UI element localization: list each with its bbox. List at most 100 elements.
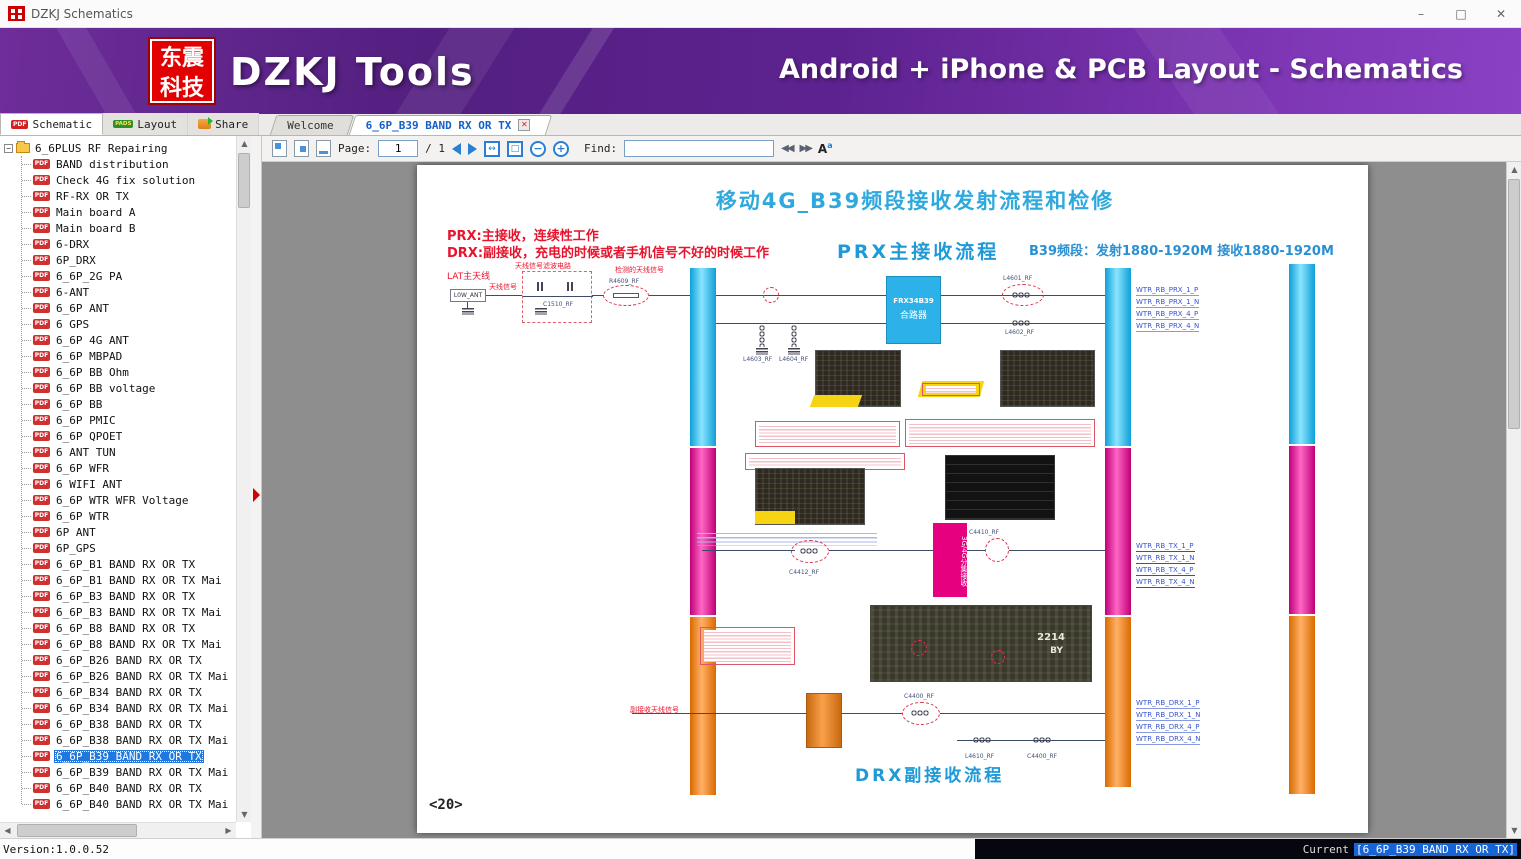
tree-item[interactable]: PDF 6_6P_B34 BAND RX OR TX	[0, 684, 236, 700]
scroll-left-icon[interactable]: ◀	[0, 823, 15, 838]
scroll-up-icon[interactable]: ▲	[237, 136, 252, 151]
tree-item[interactable]: PDF 6_6P BB Ohm	[0, 364, 236, 380]
pdf-icon: PDF	[33, 575, 50, 585]
pdf-icon: PDF	[33, 175, 50, 185]
page-number-input[interactable]	[378, 140, 419, 157]
tree-item[interactable]: PDF 6-ANT	[0, 284, 236, 300]
tree-item[interactable]: PDF 6_6P_B38 BAND RX OR TX	[0, 716, 236, 732]
tree-item[interactable]: PDF 6P_GPS	[0, 540, 236, 556]
zoom-in-button[interactable]: +	[553, 140, 569, 157]
tree-connector	[22, 595, 31, 597]
previous-page-button[interactable]	[452, 142, 461, 155]
test-point-marker	[991, 650, 1005, 664]
tree-horizontal-scrollbar[interactable]: ◀ ▶	[0, 822, 236, 838]
tree-item[interactable]: PDF 6_6P WTR WFR Voltage	[0, 492, 236, 508]
viewer-scroll-thumb[interactable]	[1508, 179, 1520, 429]
window-title: DZKJ Schematics	[31, 6, 133, 21]
banner-subtitle: Android + iPhone & PCB Layout - Schemati…	[778, 54, 1463, 85]
tree-item[interactable]: PDF Check 4G fix solution	[0, 172, 236, 188]
pdf-icon: PDF	[33, 767, 50, 777]
annotation-box	[700, 627, 795, 665]
close-tab-icon[interactable]: ✕	[518, 119, 531, 131]
scroll-up-icon[interactable]: ▲	[1507, 162, 1521, 177]
scroll-right-icon[interactable]: ▶	[221, 823, 236, 838]
tree-item[interactable]: PDF 6_6P_B39 BAND RX OR TX Mai	[0, 764, 236, 780]
tree-scroll-thumb[interactable]	[238, 153, 250, 208]
tab-schematic[interactable]: PDF Schematic	[0, 113, 104, 135]
tree-item-label: 6_6P_B1 BAND RX OR TX	[56, 557, 196, 571]
tree-item[interactable]: PDF 6_6P 4G ANT	[0, 332, 236, 348]
tree-hscroll-thumb[interactable]	[17, 824, 137, 837]
scroll-down-icon[interactable]: ▼	[1507, 823, 1521, 838]
tree-item[interactable]: PDF 6_6P_B1 BAND RX OR TX Mai	[0, 572, 236, 588]
tree-item[interactable]: PDF 6_6P WTR	[0, 508, 236, 524]
maximize-button[interactable]: □	[1441, 0, 1481, 28]
tree-vertical-scrollbar[interactable]: ▲ ▼	[236, 136, 252, 822]
fit-page-button[interactable]: □	[507, 140, 523, 157]
tree-item[interactable]: PDF 6_6P_B39 BAND RX OR TX	[0, 748, 236, 764]
facing-page-view-button[interactable]	[294, 140, 309, 157]
tree-item[interactable]: PDF 6_6P BB	[0, 396, 236, 412]
tree-item[interactable]: PDF 6P ANT	[0, 524, 236, 540]
scroll-down-icon[interactable]: ▼	[237, 807, 252, 822]
tree-item[interactable]: PDF 6 ANT TUN	[0, 444, 236, 460]
fit-width-button[interactable]: ↔	[484, 140, 500, 157]
tree-item[interactable]: PDF 6_6P WFR	[0, 460, 236, 476]
drx-flow-label: DRX副接收流程	[855, 766, 1005, 786]
tree-item[interactable]: PDF Main board B	[0, 220, 236, 236]
text-size-button[interactable]: Aa	[818, 141, 833, 156]
pdf-icon: PDF	[33, 799, 50, 809]
tab-share-label: Share	[215, 117, 249, 131]
pdf-canvas-area[interactable]: 移动4G_B39频段接收发射流程和检修 PRX:主接收，连续性工作 DRX:副接…	[262, 162, 1506, 838]
tab-layout[interactable]: PADS Layout	[103, 113, 189, 135]
tree-item-label: 6P_DRX	[56, 253, 96, 267]
collapse-icon[interactable]: −	[4, 143, 13, 153]
tree-item[interactable]: PDF 6_6P BB voltage	[0, 380, 236, 396]
single-page-view-button[interactable]	[272, 140, 287, 157]
find-input[interactable]	[624, 140, 775, 157]
doc-tab-welcome[interactable]: Welcome	[273, 115, 351, 135]
panel-splitter[interactable]	[251, 136, 261, 838]
continuous-view-button[interactable]	[316, 140, 331, 157]
tree-item[interactable]: PDF 6_6P_B1 BAND RX OR TX	[0, 556, 236, 572]
collapse-panel-icon[interactable]	[253, 488, 260, 502]
next-page-button[interactable]	[468, 142, 477, 155]
tree-item[interactable]: PDF 6_6P_B3 BAND RX OR TX Mai	[0, 604, 236, 620]
wire	[829, 550, 933, 551]
tree-item[interactable]: PDF 6_6P MBPAD	[0, 348, 236, 364]
tree-item[interactable]: PDF 6_6P_B38 BAND RX OR TX Mai	[0, 732, 236, 748]
tree-root[interactable]: − 6_6PLUS RF Repairing	[0, 140, 236, 156]
tree-item[interactable]: PDF RF-RX OR TX	[0, 188, 236, 204]
minimize-button[interactable]: –	[1401, 0, 1441, 28]
tree-item[interactable]: PDF 6_6P_B40 BAND RX OR TX Mai	[0, 796, 236, 812]
tree-item[interactable]: PDF 6_6P ANT	[0, 300, 236, 316]
pdf-icon: PDF	[33, 255, 50, 265]
tree-item[interactable]: PDF 6 WIFI ANT	[0, 476, 236, 492]
find-next-button[interactable]: ▶▶	[800, 143, 813, 154]
test-point-marker	[911, 640, 927, 656]
test-point-marker	[763, 287, 779, 303]
tree-item[interactable]: PDF 6_6P QPOET	[0, 428, 236, 444]
tree-connector	[22, 259, 31, 261]
tree-item[interactable]: PDF 6_6P_B8 BAND RX OR TX Mai	[0, 636, 236, 652]
tree-item[interactable]: PDF 6_6P_2G PA	[0, 268, 236, 284]
find-previous-button[interactable]: ◀◀	[781, 143, 794, 154]
pdf-icon: PDF	[33, 447, 50, 457]
tree-item[interactable]: PDF 6_6P_B40 BAND RX OR TX	[0, 780, 236, 796]
tree-item[interactable]: PDF BAND distribution	[0, 156, 236, 172]
tree-item[interactable]: PDF 6_6P_B3 BAND RX OR TX	[0, 588, 236, 604]
tree-item[interactable]: PDF 6 GPS	[0, 316, 236, 332]
close-button[interactable]: ✕	[1481, 0, 1521, 28]
tree-item[interactable]: PDF 6_6P PMIC	[0, 412, 236, 428]
tab-share[interactable]: Share	[188, 113, 260, 135]
doc-tab-b39[interactable]: 6_6P_B39 BAND RX OR TX ✕	[352, 115, 549, 135]
tree-item[interactable]: PDF 6_6P_B8 BAND RX OR TX	[0, 620, 236, 636]
zoom-out-button[interactable]: −	[530, 140, 546, 157]
tree-item[interactable]: PDF Main board A	[0, 204, 236, 220]
tree-item[interactable]: PDF 6_6P_B34 BAND RX OR TX Mai	[0, 700, 236, 716]
tree-item[interactable]: PDF 6_6P_B26 BAND RX OR TX Mai	[0, 668, 236, 684]
tree-item[interactable]: PDF 6P_DRX	[0, 252, 236, 268]
tree-item[interactable]: PDF 6_6P_B26 BAND RX OR TX	[0, 652, 236, 668]
tree-item[interactable]: PDF 6-DRX	[0, 236, 236, 252]
viewer-vertical-scrollbar[interactable]: ▲ ▼	[1506, 162, 1521, 838]
